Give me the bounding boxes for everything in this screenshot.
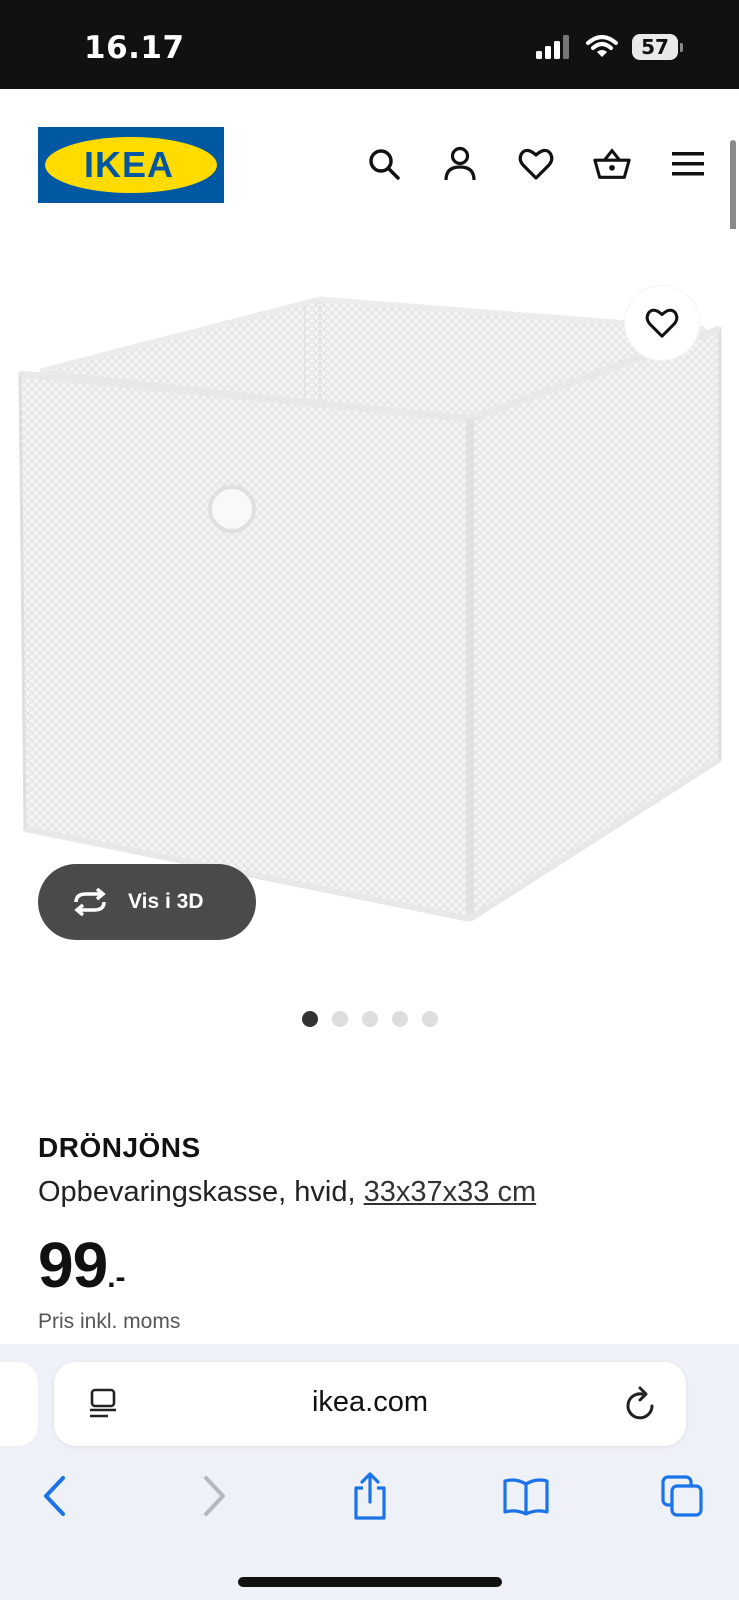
heart-icon [645, 308, 679, 338]
price-suffix: .- [107, 1261, 126, 1294]
browser-toolbar [0, 1468, 739, 1538]
back-icon[interactable] [27, 1468, 83, 1524]
share-icon[interactable] [342, 1468, 398, 1524]
price-value: 99 [38, 1229, 108, 1301]
rotate-3d-icon [70, 882, 110, 922]
view-3d-label: Vis i 3D [128, 890, 204, 913]
image-dot-5[interactable] [421, 1011, 438, 1027]
bookmarks-icon[interactable] [498, 1468, 554, 1524]
view-3d-button[interactable]: Vis i 3D [38, 864, 256, 940]
basket-icon[interactable] [593, 145, 631, 183]
product-description: Opbevaringskasse, hvid, 33x37x33 cm [38, 1176, 536, 1209]
product-name: DRÖNJÖNS [38, 1132, 201, 1163]
menu-icon[interactable] [669, 145, 707, 183]
header-nav [365, 145, 707, 183]
battery-indicator: 57 [632, 34, 683, 60]
ikea-logo[interactable]: IKEA [38, 127, 224, 203]
price-note: Pris inkl. moms [38, 1310, 181, 1333]
svg-text:IKEA: IKEA [84, 144, 174, 185]
reload-icon[interactable] [620, 1384, 660, 1424]
browser-chrome: ikea.com [0, 1344, 739, 1600]
search-icon[interactable] [365, 145, 403, 183]
image-dot-3[interactable] [361, 1011, 378, 1027]
image-dot-4[interactable] [391, 1011, 408, 1027]
battery-level: 57 [632, 34, 678, 60]
status-bar: 16.17 57 [0, 0, 739, 89]
image-pagination [0, 1011, 739, 1027]
add-to-favorites-button[interactable] [625, 286, 699, 360]
tabs-icon[interactable] [654, 1468, 710, 1524]
account-icon[interactable] [441, 145, 479, 183]
home-indicator[interactable] [238, 1577, 502, 1587]
image-dot-1[interactable] [301, 1011, 318, 1027]
status-time: 16.17 [84, 30, 185, 66]
signal-icon [536, 35, 569, 59]
product-description-text: Opbevaringskasse, hvid, [38, 1176, 356, 1208]
battery-cap [680, 42, 683, 52]
site-header: IKEA [0, 89, 739, 229]
product-price: 99 .- [38, 1228, 126, 1302]
forward-icon[interactable] [186, 1468, 242, 1524]
wifi-icon [586, 35, 618, 57]
heart-icon[interactable] [517, 145, 555, 183]
previous-tab[interactable] [0, 1362, 38, 1446]
address-bar[interactable]: ikea.com [54, 1362, 686, 1446]
url-text: ikea.com [311, 1386, 429, 1418]
status-icons: 57 [536, 34, 683, 60]
product-dimensions-link[interactable]: 33x37x33 cm [364, 1176, 537, 1208]
image-dot-2[interactable] [331, 1011, 348, 1027]
